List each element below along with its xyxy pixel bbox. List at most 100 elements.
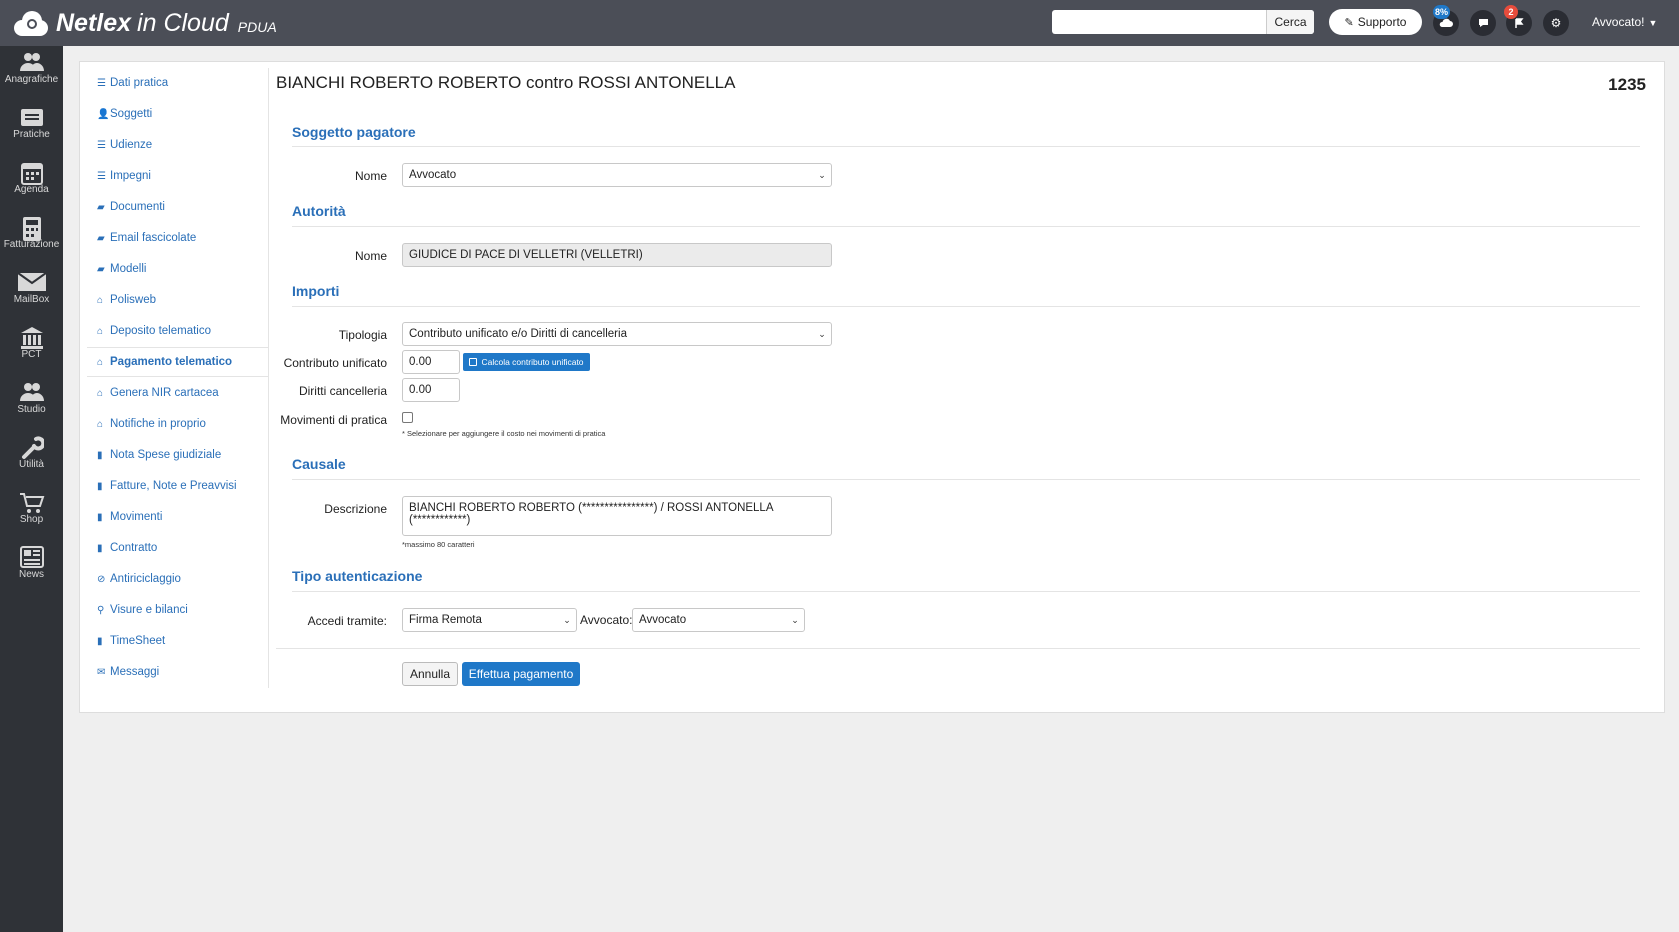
- autorita-nome-field: GIUDICE DI PACE DI VELLETRI (VELLETRI): [402, 243, 832, 267]
- section-soggetto-pagatore: Soggetto pagatore: [292, 124, 416, 140]
- accedi-tramite-select[interactable]: Firma Remota ⌄: [402, 608, 577, 632]
- side-menu-item-timesheet[interactable]: ▮ TimeSheet: [87, 626, 269, 656]
- divider: [292, 226, 1640, 227]
- home-icon: ⌂: [97, 387, 104, 399]
- soggetto-nome-select[interactable]: Avvocato ⌄: [402, 163, 832, 187]
- leftnav-label: Pratiche: [13, 129, 50, 140]
- support-button[interactable]: ✎ Supporto: [1329, 9, 1422, 35]
- chevron-down-icon: ⌄: [818, 328, 826, 339]
- side-menu-item-soggetti[interactable]: 👤 Soggetti: [87, 99, 269, 129]
- side-menu-item-fatture[interactable]: ▮ Fatture, Note e Preavvisi: [87, 471, 269, 501]
- leftnav-item-mailbox[interactable]: MailBox: [0, 266, 63, 320]
- section-causale: Causale: [292, 456, 346, 472]
- users-icon: [0, 46, 63, 76]
- section-importi: Importi: [292, 283, 340, 299]
- list-icon: ☰: [97, 77, 106, 89]
- calcola-contributo-button[interactable]: Calcola contributo unificato: [463, 353, 590, 371]
- search-input[interactable]: [1052, 10, 1266, 34]
- cloud-usage-badge: 8%: [1433, 5, 1451, 19]
- avvocato-label: Avvocato:: [580, 613, 633, 627]
- avvocato-select[interactable]: Avvocato ⌄: [632, 608, 805, 632]
- brand-in-cloud: in Cloud: [137, 8, 229, 37]
- leftnav-label: News: [18, 569, 44, 580]
- leftnav-item-studio[interactable]: Studio: [0, 376, 63, 430]
- side-menu-item-deposito-telematico[interactable]: ⌂ Deposito telematico: [87, 316, 269, 346]
- side-menu-item-nota-spese[interactable]: ▮ Nota Spese giudiziale: [87, 440, 269, 470]
- caret-down-icon: ▼: [1648, 18, 1658, 28]
- movimenti-hint: * Selezionare per aggiungere il costo ne…: [402, 429, 606, 438]
- chat-button[interactable]: [1470, 10, 1496, 36]
- side-menu-item-contratto[interactable]: ▮ Contratto: [87, 533, 269, 563]
- contributo-unificato-label: Contributo unificato: [283, 356, 387, 370]
- divider: [292, 306, 1640, 307]
- cloud-icon: [1439, 18, 1453, 27]
- side-menu-item-movimenti[interactable]: ▮ Movimenti: [87, 502, 269, 532]
- side-menu-item-documenti[interactable]: ▰ Documenti: [87, 192, 269, 222]
- search-button[interactable]: Cerca: [1266, 10, 1314, 34]
- descrizione-textarea[interactable]: BIANCHI ROBERTO ROBERTO (***************…: [402, 496, 832, 536]
- leftnav-label: Agenda: [14, 184, 49, 195]
- home-icon: ⌂: [97, 418, 104, 430]
- section-autorita: Autorità: [292, 203, 346, 219]
- flag-icon: [1515, 17, 1524, 28]
- file-icon: ▮: [97, 480, 103, 492]
- pratica-number: 1235: [1608, 75, 1646, 94]
- side-menu-item-email-fascicolate[interactable]: ▰ Email fascicolate: [87, 223, 269, 253]
- leftnav-item-shop[interactable]: Shop: [0, 486, 63, 540]
- side-menu-item-pagamento-telematico[interactable]: ⌂ Pagamento telematico: [87, 347, 269, 377]
- chevron-down-icon: ⌄: [818, 169, 826, 180]
- side-menu-item-polisweb[interactable]: ⌂ Polisweb: [87, 285, 269, 315]
- side-menu-item-impegni[interactable]: ☰ Impegni: [87, 161, 269, 191]
- calendar-icon: [0, 156, 63, 186]
- side-menu-item-antiriciclaggio[interactable]: ⊘ Antiriciclaggio: [87, 564, 269, 594]
- leftnav-item-fatturazione[interactable]: Fatturazione: [0, 211, 63, 265]
- leftnav-item-pct[interactable]: PCT: [0, 321, 63, 375]
- gear-icon: ⚙: [1550, 16, 1562, 30]
- tipologia-select[interactable]: Contributo unificato e/o Diritti di canc…: [402, 322, 832, 346]
- search-box: Cerca: [1052, 10, 1314, 34]
- folder-open-icon: ▰: [97, 263, 105, 275]
- folder-open-icon: ▰: [97, 201, 105, 213]
- brand-logo[interactable]: Netlex in Cloud PDUA: [12, 6, 277, 40]
- side-menu-item-messaggi[interactable]: ✉ Messaggi: [87, 657, 269, 687]
- diritti-cancelleria-input[interactable]: 0.00: [402, 378, 460, 402]
- contributo-unificato-input[interactable]: 0.00: [402, 350, 460, 374]
- leftnav-item-agenda[interactable]: Agenda: [0, 156, 63, 210]
- side-menu-item-genera-nir-cartacea[interactable]: ⌂ Genera NIR cartacea: [87, 378, 269, 408]
- ban-icon: ⊘: [97, 573, 106, 585]
- calculator-icon: [0, 211, 63, 241]
- leftnav-item-utilita[interactable]: Utilità: [0, 431, 63, 485]
- support-label: Supporto: [1357, 15, 1407, 29]
- chevron-down-icon: ⌄: [791, 614, 799, 625]
- pencil-icon: ✎: [1344, 16, 1354, 29]
- leftnav-label: Studio: [17, 404, 46, 415]
- newspaper-icon: [0, 541, 63, 571]
- file-icon: ▮: [97, 542, 103, 554]
- settings-button[interactable]: ⚙: [1543, 10, 1569, 36]
- movimenti-pratica-checkbox[interactable]: [402, 412, 413, 423]
- leftnav-item-pratiche[interactable]: Pratiche: [0, 101, 63, 155]
- leftnav-item-anagrafiche[interactable]: Anagrafiche: [0, 46, 63, 100]
- search-icon: ⚲: [97, 604, 105, 616]
- courthouse-icon: [0, 321, 63, 351]
- page-title: BIANCHI ROBERTO ROBERTO contro ROSSI ANT…: [276, 73, 736, 92]
- divider: [292, 479, 1640, 480]
- annulla-button[interactable]: Annulla: [402, 662, 458, 686]
- effettua-pagamento-button[interactable]: Effettua pagamento: [462, 662, 580, 686]
- divider: [292, 591, 1640, 592]
- leftnav-label: Anagrafiche: [4, 74, 59, 85]
- side-menu-item-dati-pratica[interactable]: ☰ Dati pratica: [87, 68, 269, 98]
- leftnav-item-news[interactable]: News: [0, 541, 63, 595]
- home-icon: ⌂: [97, 294, 104, 306]
- user-menu[interactable]: Avvocato! ▼: [1592, 15, 1657, 29]
- tipologia-label: Tipologia: [338, 328, 387, 342]
- notifications-badge: 2: [1504, 5, 1518, 19]
- side-menu-item-notifiche-in-proprio[interactable]: ⌂ Notifiche in proprio: [87, 409, 269, 439]
- side-menu-item-udienze[interactable]: ☰ Udienze: [87, 130, 269, 160]
- side-menu-item-visure[interactable]: ⚲ Visure e bilanci: [87, 595, 269, 625]
- side-menu-item-modelli[interactable]: ▰ Modelli: [87, 254, 269, 284]
- user-label: Avvocato!: [1592, 15, 1645, 29]
- descrizione-hint: *massimo 80 caratteri: [402, 540, 475, 549]
- folder-open-icon: ▰: [97, 232, 105, 244]
- cloud-logo-icon: [12, 8, 50, 38]
